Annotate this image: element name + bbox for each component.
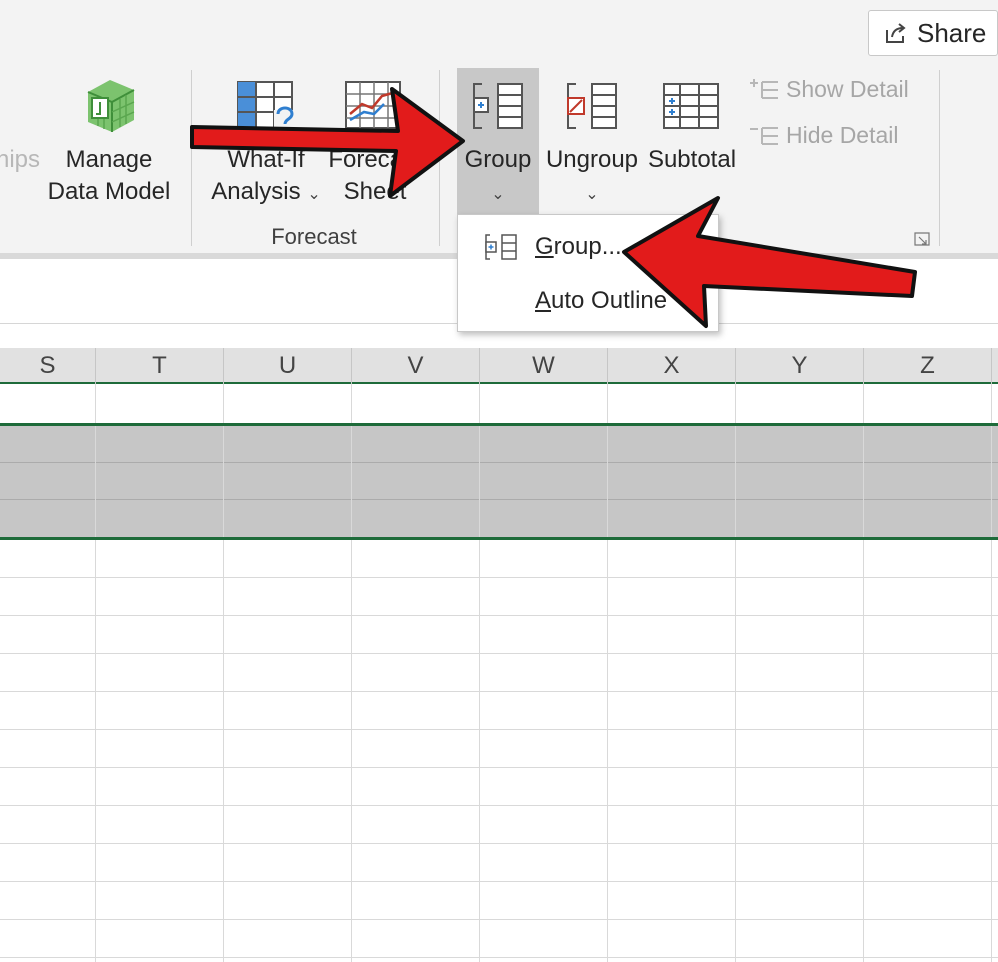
subtotal-icon	[663, 83, 719, 129]
subtotal-button-label: Subtotal	[647, 146, 737, 173]
table-row[interactable]	[0, 768, 998, 806]
chevron-down-icon: ⌄	[307, 186, 321, 203]
menu-item-auto-outline[interactable]: Auto Outline	[458, 277, 718, 325]
column-header-t[interactable]: T	[96, 348, 224, 384]
show-detail-label: Show Detail	[786, 76, 909, 102]
forecast-sheet-icon	[345, 81, 401, 129]
show-detail-icon	[750, 78, 778, 99]
column-header-v[interactable]: V	[352, 348, 480, 384]
selection-border-bottom	[0, 537, 998, 540]
table-row[interactable]	[0, 882, 998, 920]
ribbon-group-separator	[439, 70, 440, 246]
group-dropdown-menu: Group... Auto Outline	[457, 214, 719, 332]
selected-row[interactable]	[0, 426, 998, 463]
what-if-line1: What-If	[227, 146, 305, 173]
show-detail-button[interactable]: Show Detail	[748, 76, 909, 103]
ungroup-button-label: Ungroup	[545, 146, 639, 173]
table-row[interactable]	[0, 920, 998, 958]
data-model-icon	[87, 80, 135, 132]
table-row[interactable]	[0, 578, 998, 616]
column-header-y[interactable]: Y	[736, 348, 864, 384]
group-icon	[485, 234, 517, 260]
menu-item-group[interactable]: Group...	[458, 223, 718, 271]
table-row[interactable]	[0, 386, 998, 424]
forecast-sheet-line1: Forecast	[328, 146, 422, 173]
share-icon	[886, 23, 906, 43]
ribbon-group-separator	[939, 70, 940, 246]
column-gridline	[991, 384, 992, 962]
menu-item-auto-outline-label: Auto Outline	[535, 287, 667, 315]
forecast-group-label: Forecast	[271, 224, 357, 249]
menu-item-auto-outline-rest: uto Outline	[551, 287, 668, 314]
table-row[interactable]	[0, 692, 998, 730]
table-row[interactable]	[0, 654, 998, 692]
chevron-down-icon: ⌄	[585, 186, 599, 203]
table-row[interactable]	[0, 806, 998, 844]
partial-relationships-label: nips	[0, 146, 41, 173]
column-header-w[interactable]: W	[480, 348, 608, 384]
table-row[interactable]	[0, 540, 998, 578]
column-gridline	[479, 384, 480, 962]
manage-data-model-line1: Manage	[65, 146, 153, 173]
column-header-s[interactable]: S	[0, 348, 96, 384]
menu-item-group-label: Group...	[535, 233, 622, 261]
dialog-launcher-icon[interactable]	[914, 232, 930, 246]
column-gridline	[223, 384, 224, 962]
column-gridline	[735, 384, 736, 962]
table-row[interactable]	[0, 616, 998, 654]
table-row[interactable]	[0, 844, 998, 882]
hide-detail-label: Hide Detail	[786, 122, 899, 148]
ribbon-group-separator	[191, 70, 192, 246]
forecast-sheet-line2: Sheet	[343, 178, 407, 205]
ungroup-icon	[567, 83, 617, 129]
selected-row[interactable]	[0, 463, 998, 500]
menu-item-auto-outline-accel: A	[535, 287, 552, 314]
column-gridline	[863, 384, 864, 962]
what-if-line2-row: Analysis ⌄	[206, 176, 326, 211]
share-label: Share	[917, 17, 987, 48]
hide-detail-button[interactable]: Hide Detail	[748, 122, 899, 149]
manage-data-model-line2: Data Model	[47, 178, 171, 205]
table-row[interactable]	[0, 730, 998, 768]
group-icon	[473, 83, 523, 129]
hide-detail-icon	[750, 126, 778, 145]
menu-item-group-rest: roup...	[553, 233, 622, 260]
selected-row[interactable]	[0, 500, 998, 537]
what-if-line2: Analysis	[211, 178, 301, 205]
menu-item-group-accel: G	[535, 233, 554, 260]
column-header-row: S T U V W X Y Z	[0, 348, 998, 384]
what-if-icon	[237, 81, 296, 131]
column-gridline	[607, 384, 608, 962]
column-gridline	[95, 384, 96, 962]
column-gridline	[351, 384, 352, 962]
selection-border-top	[0, 423, 998, 426]
share-button[interactable]: Share	[868, 10, 998, 56]
column-header-x[interactable]: X	[608, 348, 736, 384]
chevron-down-icon: ⌄	[491, 186, 505, 203]
column-header-u[interactable]: U	[224, 348, 352, 384]
group-button-label: Group	[464, 146, 532, 173]
column-header-z[interactable]: Z	[864, 348, 992, 384]
